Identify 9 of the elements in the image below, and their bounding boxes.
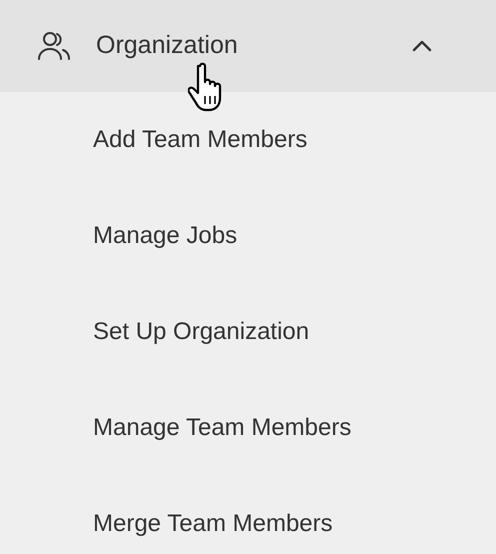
people-icon xyxy=(37,31,71,61)
submenu-item[interactable]: Manage Team Members xyxy=(93,380,352,476)
submenu-item[interactable]: Set Up Organization xyxy=(93,284,310,380)
menu-label: Organization xyxy=(96,30,239,62)
chevron-icon xyxy=(412,40,432,52)
submenu-item[interactable]: Add Team Members xyxy=(93,92,308,188)
submenu-item[interactable]: Merge Team Members xyxy=(93,476,333,554)
submenu-item[interactable]: Manage Jobs xyxy=(93,188,238,284)
menu-header[interactable]: Organization xyxy=(0,0,496,92)
